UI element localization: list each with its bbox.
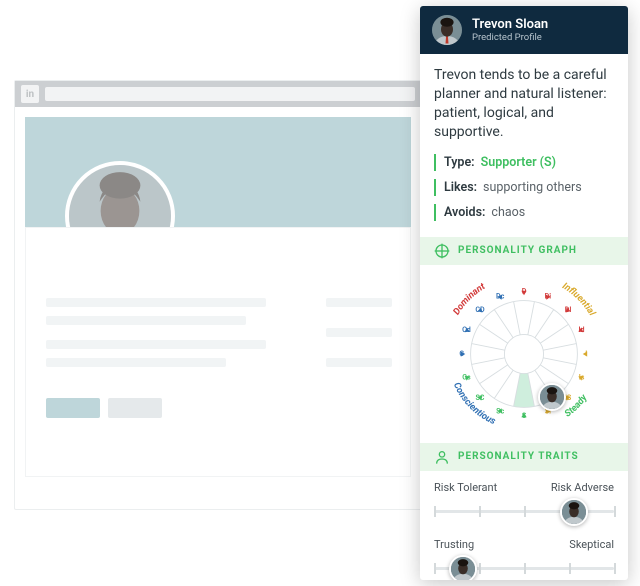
disc-wheel[interactable]: DDiDIIdIIsISSiSScSCCsCCdCDDcDominantInfl… [435, 265, 613, 443]
svg-text:C: C [459, 348, 464, 357]
detail-likes: Likes: supporting others [434, 179, 614, 196]
personality-traits: Risk Tolerant Risk Adverse Trusting Skeptic… [420, 471, 628, 580]
avatar [432, 15, 462, 45]
trait-slider[interactable] [434, 500, 614, 524]
svg-text:Conscientious: Conscientious [451, 380, 498, 427]
linkedin-logo-icon: in [21, 85, 39, 103]
profile-details: Type: Supporter (S) Likes: supporting ot… [434, 154, 614, 221]
svg-text:CD: CD [475, 304, 485, 313]
profile-name: Trevon Sloan [472, 17, 548, 33]
section-title: PERSONALITY TRAITS [458, 451, 579, 462]
section-header-traits: PERSONALITY TRAITS [420, 443, 628, 471]
detail-label: Likes: [444, 180, 477, 195]
target-icon [434, 243, 450, 259]
slider-handle-avatar[interactable] [449, 555, 477, 580]
predicted-profile-panel: Trevon Sloan Predicted Profile Trevon te… [420, 6, 628, 580]
text-placeholder [46, 358, 226, 367]
svg-text:Is: Is [579, 372, 585, 381]
profile-subtitle: Predicted Profile [472, 32, 548, 43]
slider-tick [434, 506, 436, 517]
svg-text:Cs: Cs [462, 372, 471, 381]
trait-slider[interactable] [434, 557, 614, 580]
trait-left-label: Trusting [434, 538, 474, 551]
button-placeholder [46, 398, 100, 418]
slider-tick [614, 506, 616, 517]
detail-label: Type: [444, 155, 475, 170]
slider-tick [524, 563, 526, 574]
slider-handle-avatar[interactable] [560, 498, 588, 526]
personality-graph: DDiDIIdIIsISSiSScSCCsCCdCDDcDominantInfl… [420, 265, 628, 443]
svg-text:SC: SC [475, 392, 484, 401]
trait-row: Risk Tolerant Risk Adverse [434, 481, 614, 524]
text-placeholder [46, 340, 266, 349]
slider-tick [569, 563, 571, 574]
svg-text:DI: DI [565, 304, 572, 313]
trait-right-label: Risk Adverse [551, 481, 614, 494]
detail-type: Type: Supporter (S) [434, 154, 614, 171]
slider-tick [614, 563, 616, 574]
svg-text:S: S [522, 411, 527, 420]
linkedin-search-placeholder [45, 87, 415, 101]
slider-tick [524, 506, 526, 517]
text-placeholder [326, 358, 392, 367]
svg-text:Sc: Sc [496, 406, 504, 415]
slider-tick [479, 563, 481, 574]
panel-header: Trevon Sloan Predicted Profile [420, 6, 628, 54]
disc-marker-avatar [538, 383, 566, 411]
text-placeholder [326, 328, 392, 337]
profile-summary: Trevon tends to be a careful planner and… [434, 66, 614, 142]
trait-row: Trusting Skeptical [434, 538, 614, 580]
detail-avoids: Avoids: chaos [434, 204, 614, 221]
panel-summary-section: Trevon tends to be a careful planner and… [420, 54, 628, 237]
svg-text:Id: Id [579, 325, 585, 334]
linkedin-profile-placeholder: in [14, 80, 422, 510]
svg-text:Dc: Dc [496, 291, 505, 300]
svg-text:I: I [585, 348, 587, 357]
detail-value: supporting others [483, 180, 582, 195]
svg-text:Cd: Cd [462, 325, 471, 334]
person-icon [434, 449, 450, 465]
section-title: PERSONALITY GRAPH [458, 245, 577, 256]
text-placeholder [46, 316, 246, 325]
detail-label: Avoids: [444, 205, 485, 220]
text-placeholder [326, 298, 392, 307]
svg-text:D: D [522, 286, 527, 295]
trait-left-label: Risk Tolerant [434, 481, 497, 494]
slider-tick [479, 506, 481, 517]
slider-tick [434, 563, 436, 574]
button-placeholder [108, 398, 162, 418]
trait-right-label: Skeptical [569, 538, 614, 551]
detail-value: Supporter (S) [481, 155, 556, 170]
profile-card-placeholder [25, 227, 411, 477]
section-header-graph: PERSONALITY GRAPH [420, 237, 628, 265]
detail-value: chaos [491, 205, 525, 220]
text-placeholder [46, 298, 266, 307]
linkedin-topbar: in [15, 81, 421, 107]
svg-text:Di: Di [545, 291, 552, 300]
